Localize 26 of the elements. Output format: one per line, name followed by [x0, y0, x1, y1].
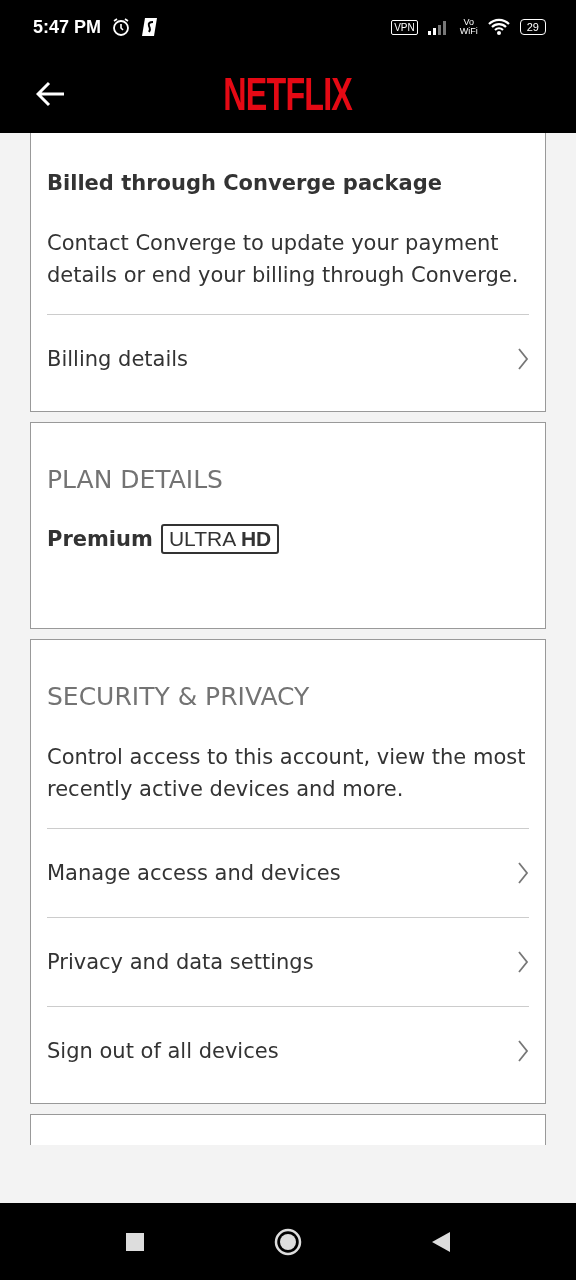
chevron-right-icon	[517, 950, 529, 974]
chevron-right-icon	[517, 347, 529, 371]
settings-link[interactable]: Manage access and devices	[47, 828, 529, 917]
chevron-right-icon	[517, 861, 529, 885]
back-arrow-icon[interactable]	[36, 81, 66, 107]
billing-title: Billed through Converge package	[47, 171, 443, 195]
home-icon[interactable]	[274, 1227, 302, 1256]
section-heading: PLAN DETAILS	[47, 465, 224, 494]
alarm-icon	[111, 17, 132, 37]
back-icon[interactable]	[431, 1230, 452, 1253]
recents-icon[interactable]	[124, 1231, 145, 1252]
wifi-icon	[487, 18, 510, 36]
clock-time: 5:47 PM	[33, 16, 102, 38]
vowifi-indicator: Vo WiFi	[459, 18, 478, 36]
chevron-right-icon	[517, 1039, 529, 1063]
settings-link[interactable]: Billing details	[47, 314, 529, 403]
ultra-hd-badge: ULTRA HD	[160, 524, 280, 554]
section-description: Control access to this account, view the most recently active devices and more.	[47, 744, 527, 803]
netflix-logo: NETFLIX	[223, 68, 353, 121]
plan-name: Premium	[47, 527, 153, 551]
battery-level: 29	[519, 19, 546, 35]
section-description: Contact Converge to update your payment details or end your billing through Converge.	[47, 230, 520, 289]
settings-link[interactable]: Sign out of all devices	[47, 1006, 529, 1095]
vpn-indicator: VPN	[391, 19, 418, 35]
section-heading: SECURITY & PRIVACY	[47, 682, 311, 711]
settings-link[interactable]: Privacy and data settings	[47, 917, 529, 1006]
